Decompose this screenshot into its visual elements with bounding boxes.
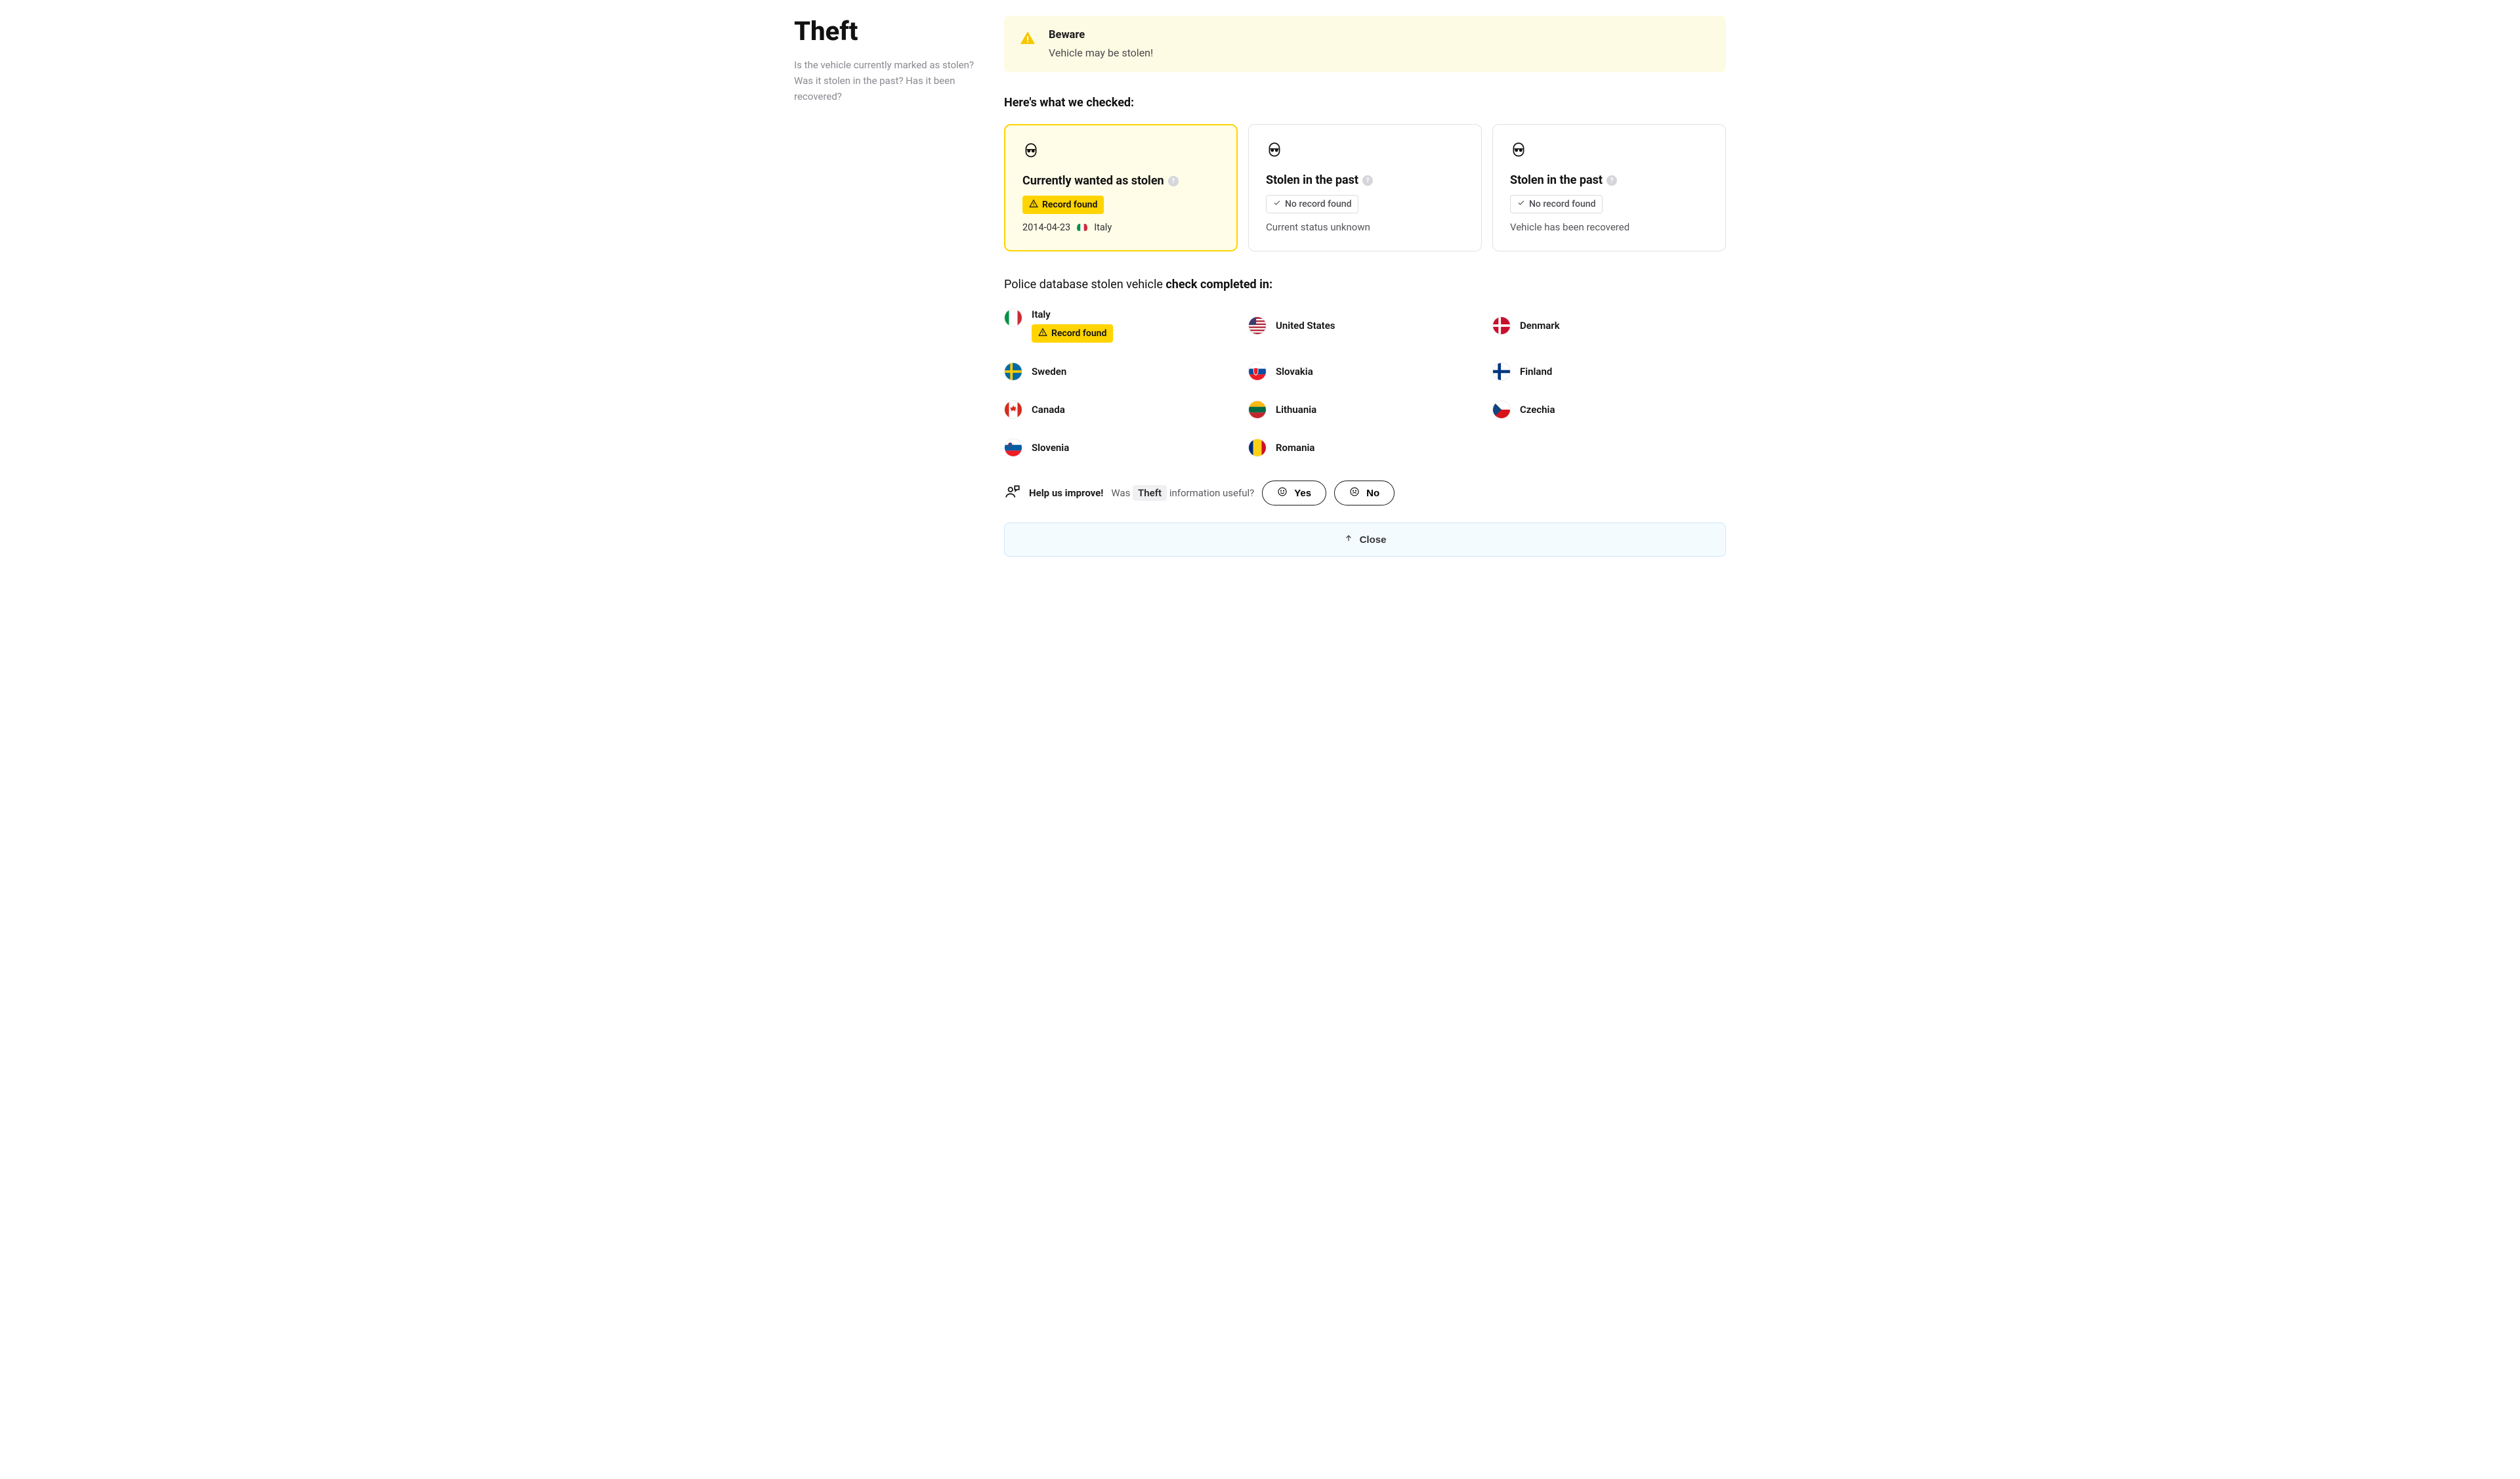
- thief-mask-icon: [1022, 142, 1219, 162]
- country-name: Slovakia: [1276, 366, 1313, 377]
- check-card-stolen-past-1: Stolen in the past ? No record found Cur…: [1248, 124, 1482, 251]
- button-label: Yes: [1294, 488, 1311, 499]
- alert-triangle-icon: [1038, 328, 1047, 339]
- side-panel: Theft Is the vehicle currently marked as…: [794, 16, 978, 557]
- italy-flag-icon: [1077, 223, 1087, 233]
- arrow-up-icon: [1344, 534, 1353, 546]
- country-name: United States: [1276, 320, 1335, 332]
- card-subtext: Vehicle has been recovered: [1510, 221, 1708, 233]
- meta-country: Italy: [1094, 222, 1112, 233]
- canada-flag-icon: [1004, 400, 1022, 419]
- country-slovenia: Slovenia: [1004, 439, 1238, 457]
- alert-triangle-icon: [1029, 199, 1038, 211]
- check-card-currently-wanted: Currently wanted as stolen ? Record foun…: [1004, 124, 1238, 251]
- feedback-no-button[interactable]: No: [1334, 481, 1395, 505]
- thief-mask-icon: [1510, 142, 1708, 161]
- checked-cards: Currently wanted as stolen ? Record foun…: [1004, 124, 1726, 251]
- button-label: No: [1366, 488, 1379, 499]
- alert-title: Beware: [1049, 29, 1153, 41]
- country-slovakia: Slovakia: [1248, 362, 1482, 381]
- thief-mask-icon: [1266, 142, 1464, 161]
- usa-flag-icon: [1248, 316, 1267, 335]
- record-found-badge: Record found: [1032, 324, 1113, 343]
- check-icon: [1517, 199, 1525, 209]
- romania-flag-icon: [1248, 439, 1267, 457]
- country-name: Czechia: [1520, 404, 1555, 416]
- card-title-text: Currently wanted as stolen: [1022, 174, 1164, 188]
- country-sweden: Sweden: [1004, 362, 1238, 381]
- badge-label: Record found: [1042, 200, 1097, 210]
- country-united-states: United States: [1248, 309, 1482, 343]
- meta-date: 2014-04-23: [1022, 222, 1070, 233]
- no-record-badge: No record found: [1266, 195, 1358, 213]
- frown-icon: [1349, 486, 1360, 500]
- record-found-badge: Record found: [1022, 196, 1104, 214]
- country-name: Finland: [1520, 366, 1552, 377]
- card-subtext: Current status unknown: [1266, 221, 1464, 233]
- feedback-chip: Theft: [1133, 485, 1167, 501]
- help-icon[interactable]: ?: [1362, 175, 1373, 186]
- close-label: Close: [1360, 534, 1387, 546]
- sweden-flag-icon: [1004, 362, 1022, 381]
- check-card-stolen-past-2: Stolen in the past ? No record found Veh…: [1492, 124, 1726, 251]
- feedback-person-icon: [1004, 483, 1021, 503]
- country-denmark: Denmark: [1492, 309, 1726, 343]
- help-icon[interactable]: ?: [1168, 176, 1179, 186]
- card-title-text: Stolen in the past: [1266, 173, 1358, 187]
- smile-icon: [1277, 486, 1288, 500]
- denmark-flag-icon: [1492, 316, 1511, 335]
- help-icon[interactable]: ?: [1606, 175, 1617, 186]
- italy-flag-icon: [1004, 309, 1022, 327]
- badge-label: Record found: [1051, 328, 1106, 339]
- country-romania: Romania: [1248, 439, 1482, 457]
- slovenia-flag-icon: [1004, 439, 1022, 457]
- no-record-badge: No record found: [1510, 195, 1603, 213]
- card-meta: 2014-04-23 Italy: [1022, 222, 1219, 233]
- country-name: Canada: [1032, 404, 1065, 416]
- main-content: Beware Vehicle may be stolen! Here's wha…: [1004, 16, 1726, 557]
- feedback-yes-button[interactable]: Yes: [1262, 481, 1326, 505]
- page-description: Is the vehicle currently marked as stole…: [794, 57, 978, 104]
- page-title: Theft: [794, 16, 978, 47]
- alert-triangle-icon: [1020, 30, 1036, 49]
- db-check-heading: Police database stolen vehicle check com…: [1004, 278, 1726, 291]
- country-finland: Finland: [1492, 362, 1726, 381]
- slovakia-flag-icon: [1248, 362, 1267, 381]
- country-canada: Canada: [1004, 400, 1238, 419]
- alert-message: Vehicle may be stolen!: [1049, 47, 1153, 59]
- feedback-row: Help us improve! Was Theft information u…: [1004, 481, 1726, 505]
- countries-grid: Italy Record found United States: [1004, 309, 1726, 457]
- checked-heading: Here's what we checked:: [1004, 96, 1726, 110]
- lithuania-flag-icon: [1248, 400, 1267, 419]
- country-name: Italy: [1032, 309, 1113, 320]
- finland-flag-icon: [1492, 362, 1511, 381]
- country-italy: Italy Record found: [1004, 309, 1238, 343]
- country-name: Denmark: [1520, 320, 1560, 332]
- country-name: Romania: [1276, 442, 1314, 454]
- check-icon: [1273, 199, 1281, 209]
- country-name: Lithuania: [1276, 404, 1316, 416]
- card-title-text: Stolen in the past: [1510, 173, 1603, 187]
- feedback-text: Was Theft information useful?: [1111, 487, 1254, 499]
- country-czechia: Czechia: [1492, 400, 1726, 419]
- badge-label: No record found: [1285, 199, 1351, 209]
- beware-alert: Beware Vehicle may be stolen!: [1004, 16, 1726, 72]
- badge-label: No record found: [1529, 199, 1595, 209]
- close-button[interactable]: Close: [1004, 523, 1726, 557]
- feedback-title: Help us improve!: [1029, 487, 1103, 499]
- country-name: Slovenia: [1032, 442, 1069, 454]
- country-name: Sweden: [1032, 366, 1066, 377]
- czechia-flag-icon: [1492, 400, 1511, 419]
- country-lithuania: Lithuania: [1248, 400, 1482, 419]
